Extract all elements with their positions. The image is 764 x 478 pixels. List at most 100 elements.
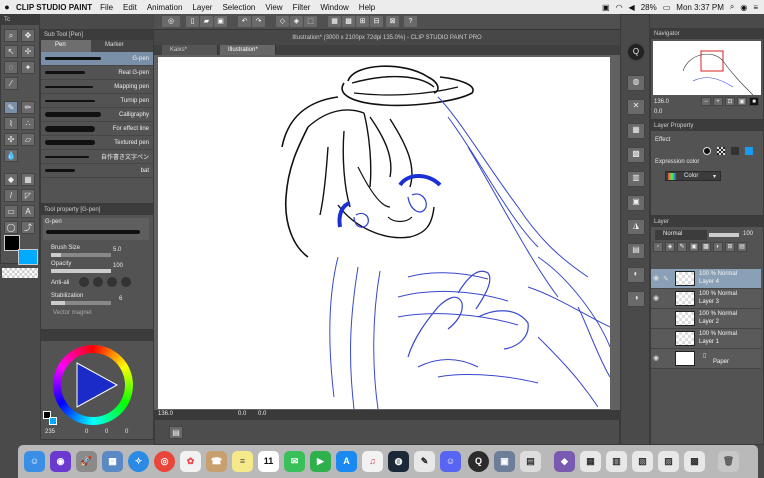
auto-select-icon[interactable]: ✦: [21, 61, 35, 74]
menu-animation[interactable]: Animation: [147, 3, 183, 12]
apple-icon[interactable]: ●: [0, 2, 14, 12]
color-extra-value[interactable]: 0: [125, 429, 128, 435]
music-icon[interactable]: ♫: [362, 451, 383, 472]
sub-tool-item[interactable]: Mapping pen: [41, 80, 153, 94]
move-tool-icon[interactable]: ✥: [21, 29, 35, 42]
utilities-folder-icon[interactable]: ▦: [580, 451, 601, 472]
eye-icon[interactable]: ◉: [653, 295, 661, 303]
ruler-range-icon[interactable]: ⊞: [725, 242, 735, 252]
transparent-color-swatch[interactable]: [2, 268, 38, 278]
clip-studio-dock-icon[interactable]: ✎: [414, 451, 435, 472]
textedit-icon[interactable]: ▤: [520, 451, 541, 472]
actual-size-icon[interactable]: ▣: [737, 97, 747, 106]
special-ruler-icon[interactable]: ⊠: [386, 16, 399, 27]
gradient-tool-icon[interactable]: ▦: [21, 173, 35, 186]
ruler-tool-icon[interactable]: ◸: [21, 189, 35, 202]
sub-color-swatch[interactable]: [18, 249, 38, 265]
status-angle[interactable]: 0.0: [258, 411, 266, 417]
layer-row[interactable]: ◉ 100 % Normal Layer 3: [651, 289, 761, 309]
color-wheel-ring[interactable]: [53, 345, 133, 425]
eye-icon[interactable]: [653, 315, 661, 323]
open-file-icon[interactable]: ▰: [200, 16, 213, 27]
timeline-icon[interactable]: ▤: [169, 426, 183, 439]
selection-tool-icon[interactable]: ◌: [4, 61, 18, 74]
app-store-icon[interactable]: A: [336, 451, 357, 472]
effect-layer-color-icon[interactable]: [731, 147, 739, 155]
material-icon-9[interactable]: ◐: [627, 267, 645, 283]
layer-row[interactable]: ◉ ▯ Paper: [651, 349, 761, 369]
fit-screen-icon[interactable]: ⊡: [725, 97, 735, 106]
balloon-tool-icon[interactable]: ◯: [4, 221, 18, 234]
material-icon-5[interactable]: ▥: [627, 171, 645, 187]
navigator-preview[interactable]: [653, 41, 761, 96]
launchpad-icon[interactable]: 🚀: [76, 451, 97, 472]
clip-studio-icon[interactable]: ◎: [162, 16, 180, 27]
zoom-in-icon[interactable]: +: [713, 97, 723, 106]
select-all-icon[interactable]: ▩: [342, 16, 355, 27]
menu-help[interactable]: Help: [359, 3, 375, 12]
layer-row[interactable]: ◉ ✎ 100 % Normal Layer 4: [651, 269, 761, 289]
messages-icon[interactable]: ✉: [284, 451, 305, 472]
eraser-tool-icon[interactable]: ▱: [21, 133, 35, 146]
blend-mode-dropdown[interactable]: Normal: [655, 230, 707, 240]
figure-tool-icon[interactable]: /: [4, 189, 18, 202]
material-icon-2[interactable]: ✕: [627, 99, 645, 115]
frame-tool-icon[interactable]: ▭: [4, 205, 18, 218]
effect-border-icon[interactable]: [703, 147, 711, 155]
menu-edit[interactable]: Edit: [123, 3, 137, 12]
opacity-slider[interactable]: [51, 269, 111, 273]
fill-tool-icon[interactable]: ◆: [4, 173, 18, 186]
material-icon-3[interactable]: ▦: [627, 123, 645, 139]
layer-row[interactable]: 100 % Normal Layer 2: [651, 309, 761, 329]
sub-tool-item[interactable]: Turnip pen: [41, 94, 153, 108]
contacts-icon[interactable]: ☎: [206, 451, 227, 472]
drawing-canvas[interactable]: [158, 57, 610, 409]
sub-tool-item[interactable]: For effect line: [41, 122, 153, 136]
notes-icon[interactable]: ≡: [232, 451, 253, 472]
reference-layer-icon[interactable]: ◈: [665, 242, 675, 252]
menu-layer[interactable]: Layer: [192, 3, 212, 12]
lock-transparent-icon[interactable]: ▩: [701, 242, 711, 252]
battery-icon[interactable]: ▭: [663, 3, 671, 12]
status-icon[interactable]: ▣: [602, 3, 610, 12]
tab-pen[interactable]: Pen: [41, 40, 91, 52]
pencil-tool-icon[interactable]: ✏: [21, 101, 35, 114]
brush-tool-icon[interactable]: ⌇: [4, 117, 18, 130]
brush-size-value[interactable]: 5.0: [113, 247, 121, 253]
screenshots-folder-icon[interactable]: ▨: [658, 451, 679, 472]
anti-alias-strong[interactable]: [121, 277, 131, 287]
effect-color-swatch[interactable]: [745, 147, 753, 155]
search-icon[interactable]: ⌕: [730, 2, 734, 12]
mask-icon[interactable]: ◐: [713, 242, 723, 252]
finder-icon[interactable]: ☺: [24, 451, 45, 472]
stack-folder-icon[interactable]: ▩: [684, 451, 705, 472]
menu-filter[interactable]: Filter: [293, 3, 311, 12]
downloads-folder-icon[interactable]: ▥: [606, 451, 627, 472]
layer-row[interactable]: 100 % Normal Layer 1: [651, 329, 761, 349]
layer-color-icon[interactable]: ▤: [737, 242, 747, 252]
zoom-out-icon[interactable]: −: [701, 97, 711, 106]
operation-tool-icon[interactable]: ↖: [4, 45, 18, 58]
expression-color-dropdown[interactable]: Color ▾: [665, 171, 721, 181]
material-icon-7[interactable]: ◮: [627, 219, 645, 235]
siri-icon[interactable]: ◉: [50, 451, 71, 472]
sub-tool-item[interactable]: Textured pen: [41, 136, 153, 150]
clock[interactable]: Mon 3:37 PM: [676, 3, 724, 12]
fill-icon[interactable]: ◈: [290, 16, 303, 27]
layer-opacity-value[interactable]: 100: [743, 231, 753, 237]
color-v-value[interactable]: 0: [105, 429, 108, 435]
correct-line-icon[interactable]: ⤴: [21, 221, 35, 234]
facetime-icon[interactable]: ▶: [310, 451, 331, 472]
layer-move-icon[interactable]: ✢: [21, 45, 35, 58]
airbrush-tool-icon[interactable]: ∴: [21, 117, 35, 130]
color-s-value[interactable]: 0: [85, 429, 88, 435]
blend-tool-icon[interactable]: 💧: [4, 149, 18, 162]
lock-icon[interactable]: ▣: [689, 242, 699, 252]
steam-icon[interactable]: ◍: [388, 451, 409, 472]
volume-icon[interactable]: ◀: [629, 3, 635, 12]
clip-lower-layer-icon[interactable]: ▫: [653, 242, 663, 252]
pen-tool-icon[interactable]: ✎: [4, 101, 18, 114]
preview-icon[interactable]: ▦: [102, 451, 123, 472]
stabilization-slider[interactable]: [51, 301, 111, 305]
color-triangle[interactable]: [67, 359, 119, 411]
